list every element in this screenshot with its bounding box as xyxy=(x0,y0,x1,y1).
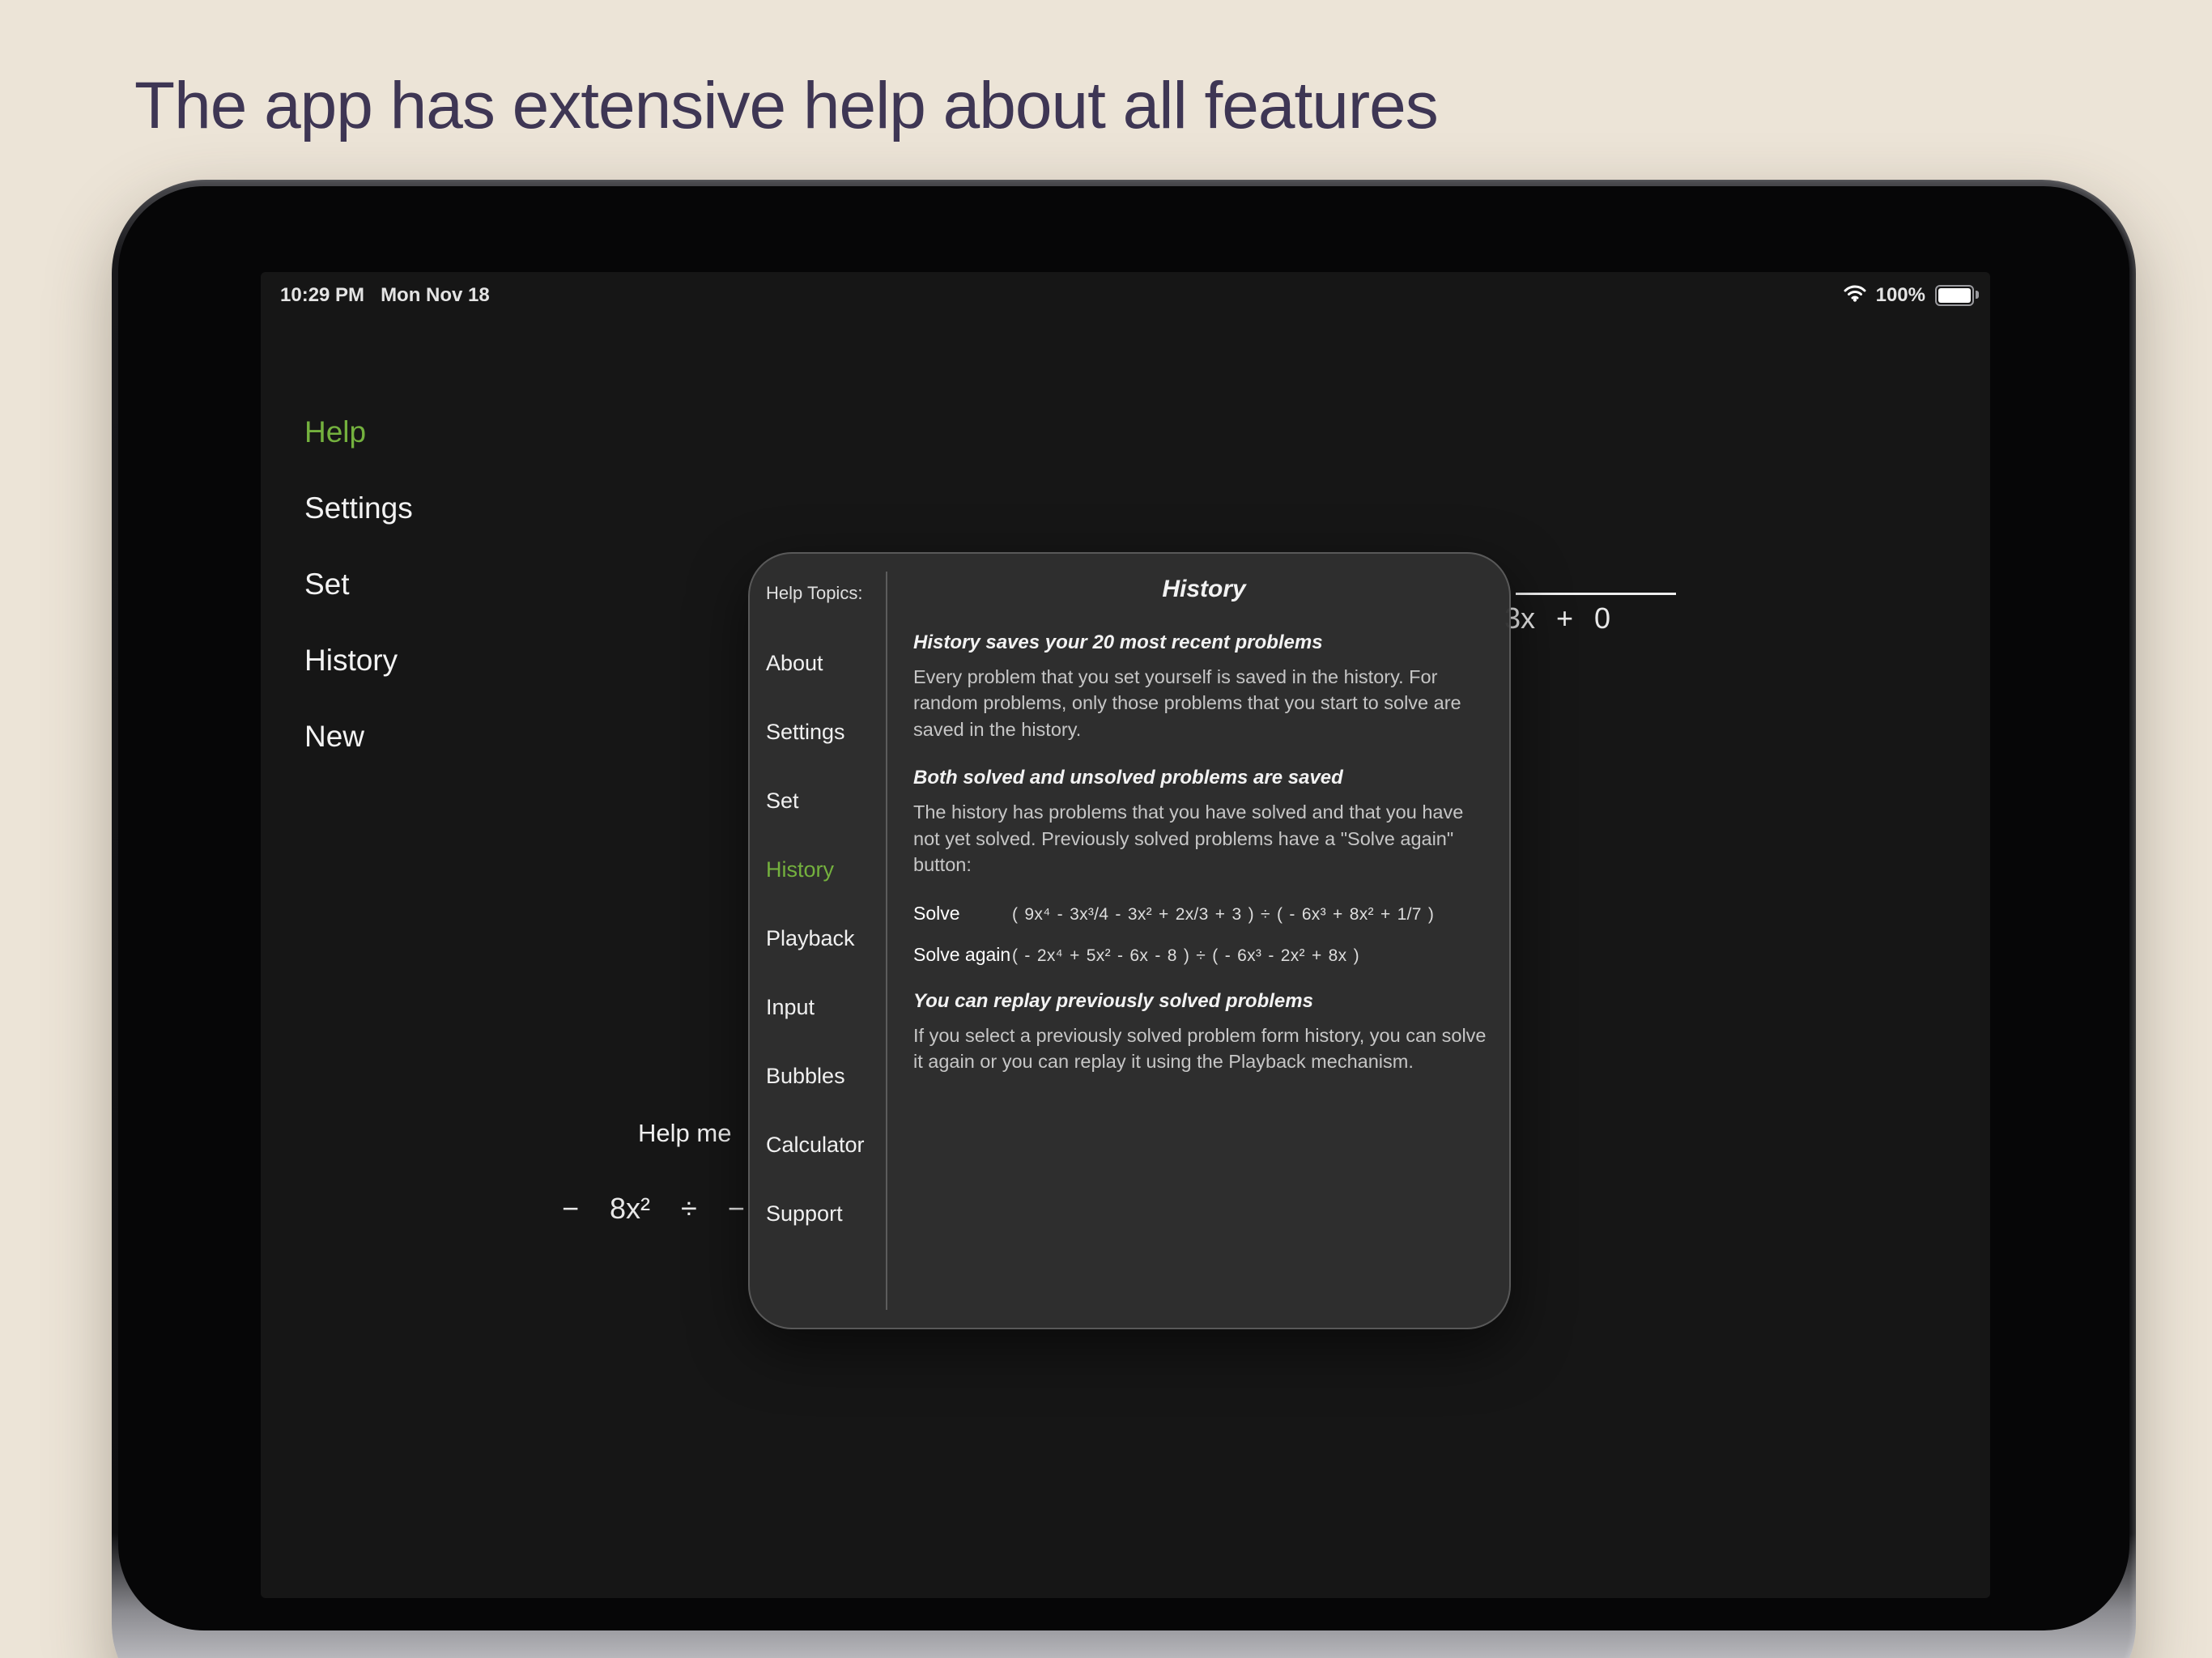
sidebar-item-new[interactable]: New xyxy=(304,719,413,755)
help-topic-set[interactable]: Set xyxy=(766,787,865,814)
section-body: The history has problems that you have s… xyxy=(913,799,1495,878)
screenshot-canvas: The app has extensive help about all fea… xyxy=(0,0,2212,1658)
help-topics-label: Help Topics: xyxy=(766,583,862,604)
solve-button[interactable]: Solve xyxy=(913,903,1012,925)
help-topic-history[interactable]: History xyxy=(766,856,865,883)
page-title: The app has extensive help about all fea… xyxy=(134,68,1438,144)
sidebar-item-history[interactable]: History xyxy=(304,643,413,678)
problem-fraction: 3x + 0 xyxy=(1504,593,1676,636)
dialog-divider xyxy=(886,572,887,1310)
section-body: Every problem that you set yourself is s… xyxy=(913,664,1495,742)
help-topic-settings[interactable]: Settings xyxy=(766,718,865,746)
wifi-icon xyxy=(1844,284,1866,308)
problem-expression-right: 3x + 0 xyxy=(1504,602,1676,636)
example-row: Solve again ( - 2x⁴ + 5x² - 6x - 8 ) ÷ (… xyxy=(913,944,1495,966)
help-me-button[interactable]: Help me xyxy=(638,1119,731,1148)
example-formula: ( - 2x⁴ + 5x² - 6x - 8 ) ÷ ( - 6x³ - 2x²… xyxy=(1012,946,1359,966)
help-topic-playback[interactable]: Playback xyxy=(766,925,865,952)
sidebar-item-help[interactable]: Help xyxy=(304,414,413,450)
battery-icon xyxy=(1935,285,1974,306)
problem-expression-left: − 8x² ÷ − xyxy=(562,1192,745,1226)
help-topic-input[interactable]: Input xyxy=(766,993,865,1021)
section-heading: You can replay previously solved problem… xyxy=(913,990,1495,1013)
solve-again-button[interactable]: Solve again xyxy=(913,944,1012,966)
ipad-device: 10:29 PM Mon Nov 18 100% xyxy=(112,180,2136,1658)
status-left: 10:29 PM Mon Nov 18 xyxy=(280,284,490,307)
help-dialog: Help Topics: About Settings Set History … xyxy=(748,552,1511,1329)
date: Mon Nov 18 xyxy=(381,284,490,307)
help-topic-calculator[interactable]: Calculator xyxy=(766,1131,865,1158)
fraction-bar xyxy=(1516,593,1676,595)
status-right: 100% xyxy=(1844,284,1974,308)
sidebar-item-set[interactable]: Set xyxy=(304,567,413,602)
status-bar: 10:29 PM Mon Nov 18 100% xyxy=(280,282,1974,309)
dialog-title: History xyxy=(913,575,1495,604)
example-formula: ( 9x⁴ - 3x³/4 - 3x² + 2x/3 + 3 ) ÷ ( - 6… xyxy=(1012,905,1434,925)
clock: 10:29 PM xyxy=(280,284,364,307)
battery-fill xyxy=(1938,288,1971,303)
battery-percent: 100% xyxy=(1876,284,1925,307)
section-body: If you select a previously solved proble… xyxy=(913,1022,1495,1075)
section-heading: Both solved and unsolved problems are sa… xyxy=(913,767,1495,789)
section-heading: History saves your 20 most recent proble… xyxy=(913,631,1495,654)
help-topic-support[interactable]: Support xyxy=(766,1200,865,1227)
help-topics-list: About Settings Set History Playback Inpu… xyxy=(766,649,865,1227)
example-row: Solve ( 9x⁴ - 3x³/4 - 3x² + 2x/3 + 3 ) ÷… xyxy=(913,903,1495,925)
sidebar-item-settings[interactable]: Settings xyxy=(304,491,413,526)
battery-cap xyxy=(1976,291,1979,299)
help-topic-content: History History saves your 20 most recen… xyxy=(913,575,1495,1074)
help-topic-bubbles[interactable]: Bubbles xyxy=(766,1062,865,1090)
app-screen: 10:29 PM Mon Nov 18 100% xyxy=(261,272,1990,1598)
help-topic-about[interactable]: About xyxy=(766,649,865,677)
app-sidebar: Help Settings Set History New xyxy=(304,414,413,755)
